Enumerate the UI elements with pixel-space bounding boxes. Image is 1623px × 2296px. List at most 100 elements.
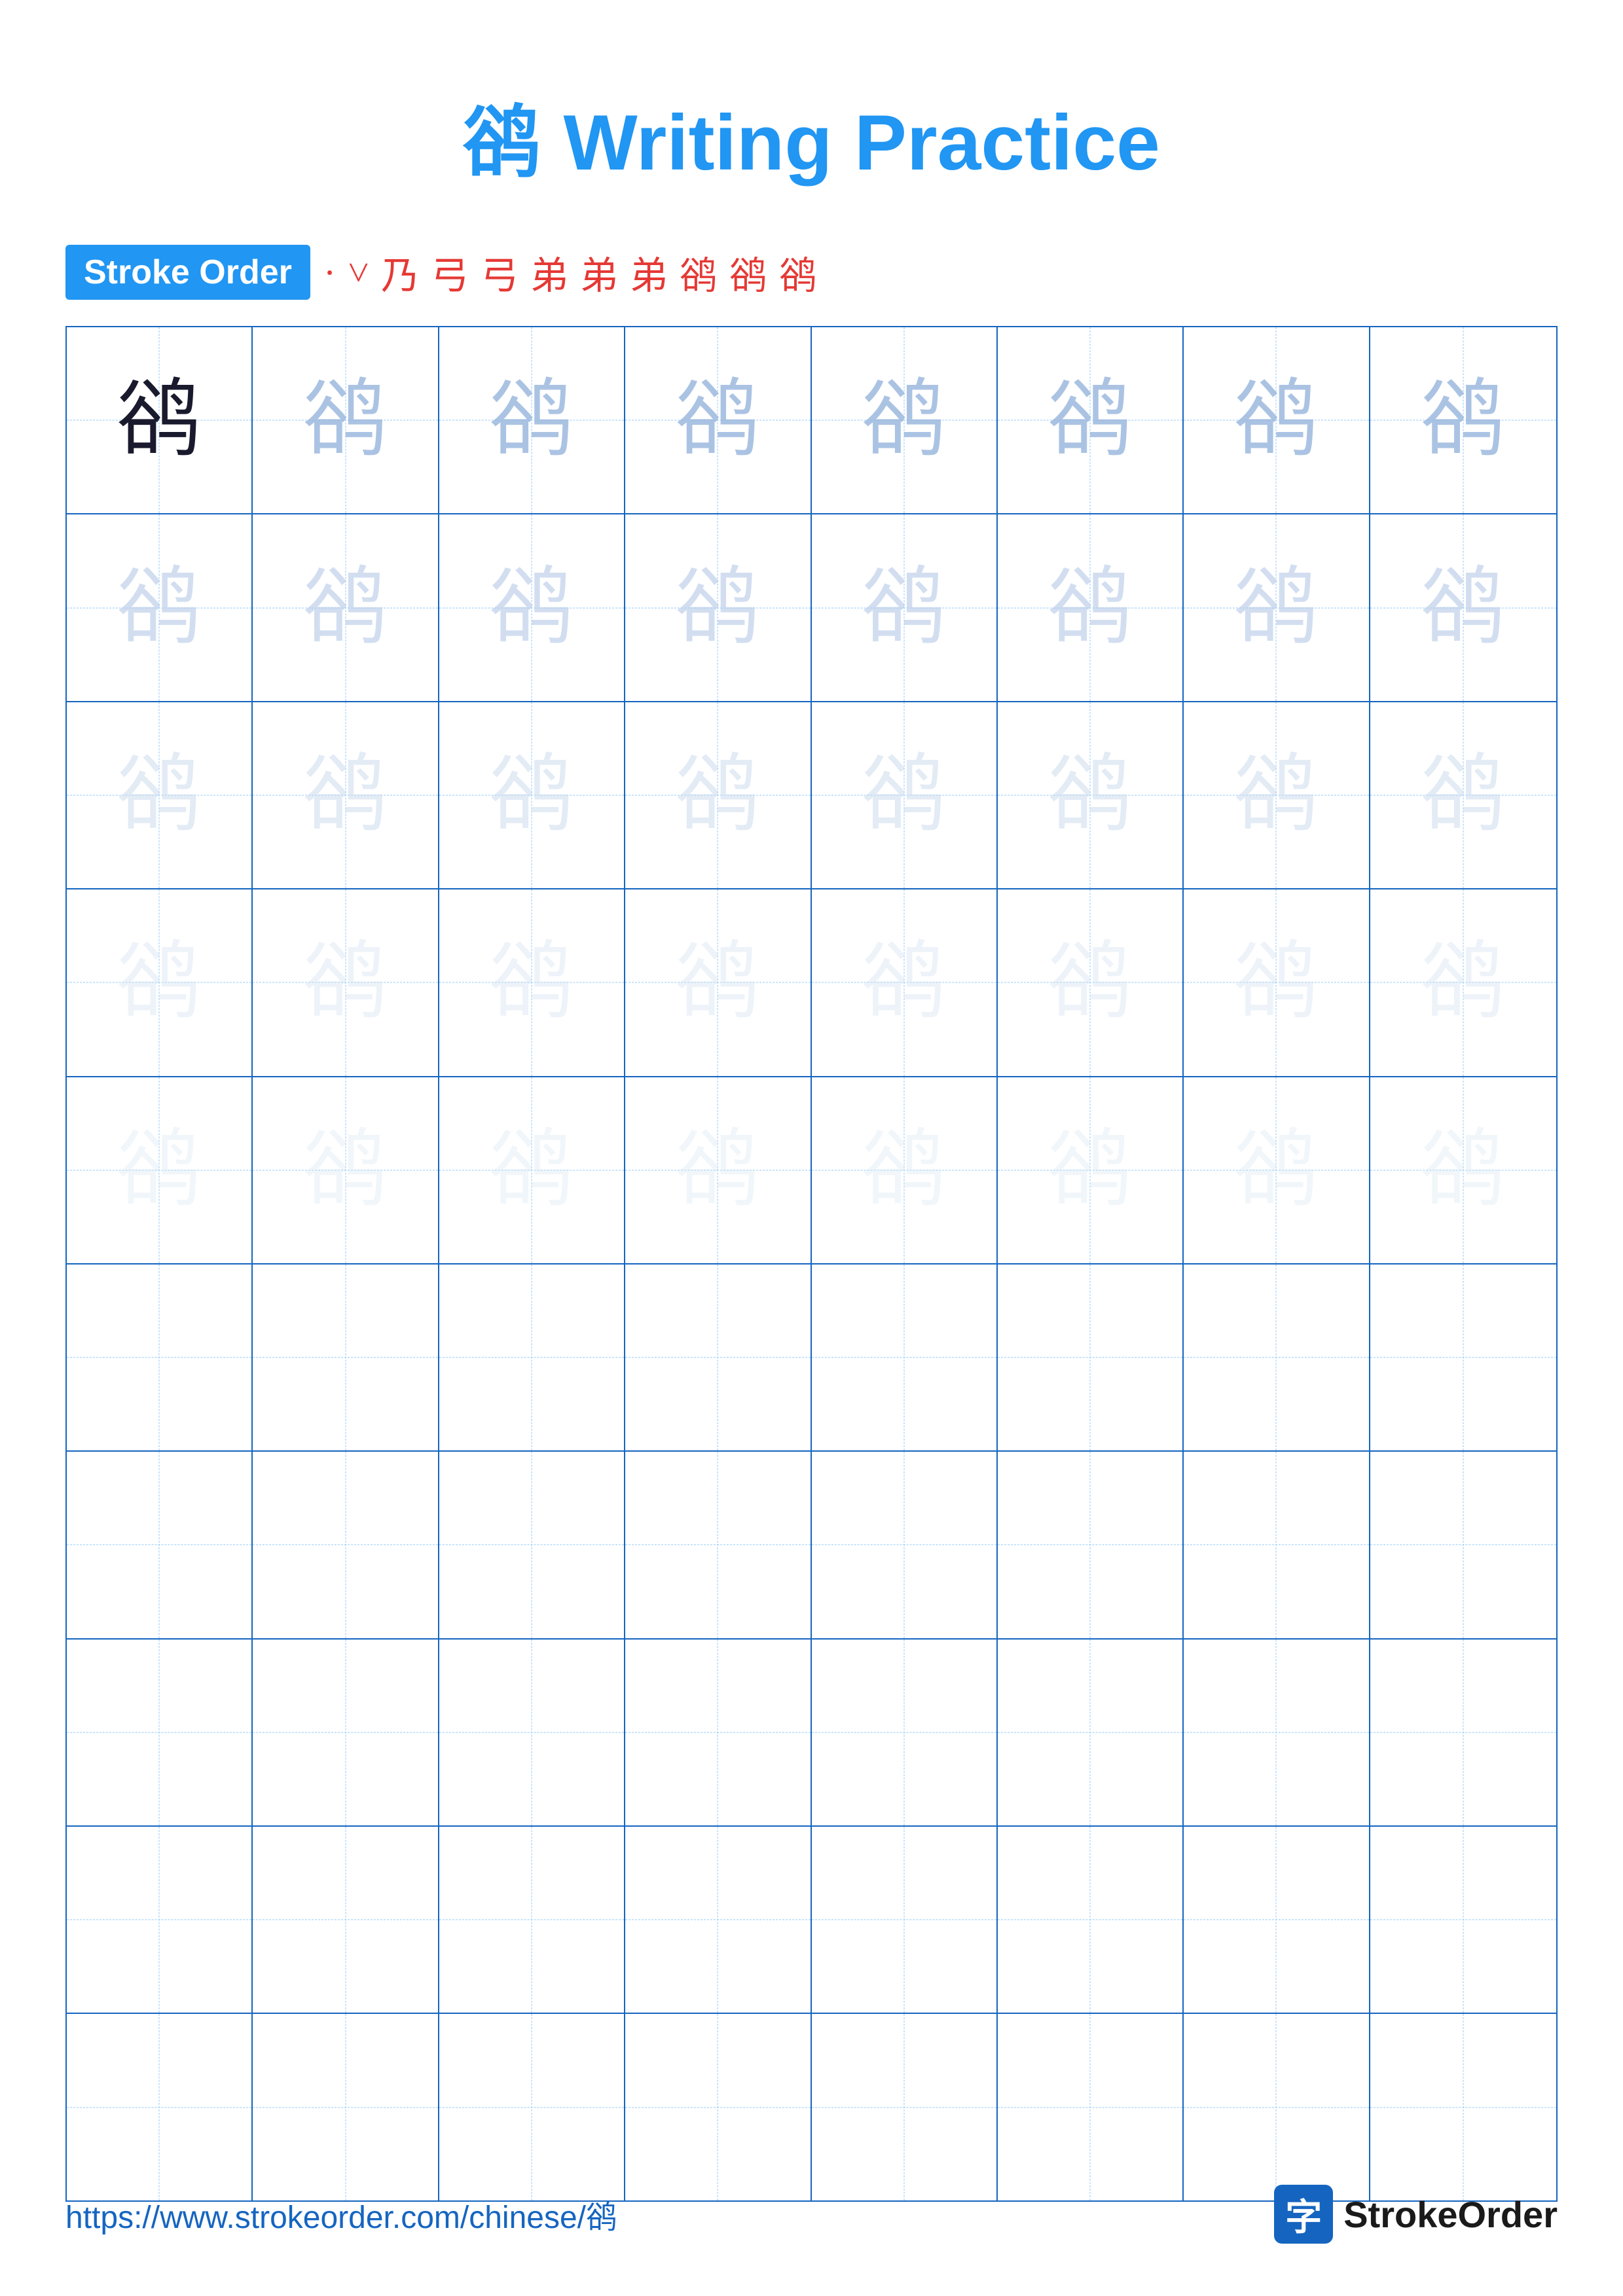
grid-cell-5-4[interactable]: 鹆: [625, 1077, 811, 1263]
grid-cell-9-3[interactable]: [439, 1827, 625, 2013]
grid-cell-10-8[interactable]: [1370, 2014, 1556, 2200]
grid-cell-3-7[interactable]: 鹆: [1184, 702, 1370, 888]
grid-cell-4-7[interactable]: 鹆: [1184, 889, 1370, 1075]
grid-cell-5-3[interactable]: 鹆: [439, 1077, 625, 1263]
grid-cell-3-6[interactable]: 鹆: [998, 702, 1184, 888]
stroke-step-1: ·: [323, 251, 336, 295]
grid-cell-6-1[interactable]: [67, 1265, 253, 1450]
stroke-order-row: Stroke Order · ˅ 乃 弓 弓 弟 弟 弟 鹆 鹆 鹆: [65, 245, 1558, 300]
grid-cell-5-8[interactable]: 鹆: [1370, 1077, 1556, 1263]
grid-cell-7-6[interactable]: [998, 1452, 1184, 1638]
grid-cell-2-4[interactable]: 鹆: [625, 514, 811, 700]
grid-cell-7-4[interactable]: [625, 1452, 811, 1638]
grid-cell-1-6[interactable]: 鹆: [998, 327, 1184, 513]
grid-cell-3-1[interactable]: 鹆: [67, 702, 253, 888]
grid-cell-7-2[interactable]: [253, 1452, 439, 1638]
grid-cell-6-6[interactable]: [998, 1265, 1184, 1450]
grid-cell-10-2[interactable]: [253, 2014, 439, 2200]
grid-cell-1-7[interactable]: 鹆: [1184, 327, 1370, 513]
grid-cell-8-6[interactable]: [998, 1640, 1184, 1825]
grid-cell-9-6[interactable]: [998, 1827, 1184, 2013]
grid-cell-6-2[interactable]: [253, 1265, 439, 1450]
grid-cell-4-3[interactable]: 鹆: [439, 889, 625, 1075]
grid-cell-10-3[interactable]: [439, 2014, 625, 2200]
grid-cell-1-1[interactable]: 鹆: [67, 327, 253, 513]
grid-cell-9-8[interactable]: [1370, 1827, 1556, 2013]
logo-icon: 字: [1274, 2185, 1333, 2244]
grid-cell-8-7[interactable]: [1184, 1640, 1370, 1825]
grid-row-5: 鹆 鹆 鹆 鹆 鹆 鹆 鹆 鹆: [67, 1077, 1556, 1265]
logo-char: 字: [1285, 2188, 1322, 2241]
grid-cell-7-8[interactable]: [1370, 1452, 1556, 1638]
grid-cell-8-8[interactable]: [1370, 1640, 1556, 1825]
grid-cell-3-4[interactable]: 鹆: [625, 702, 811, 888]
grid-cell-3-3[interactable]: 鹆: [439, 702, 625, 888]
stroke-step-5: 弓: [481, 245, 519, 300]
grid-cell-4-6[interactable]: 鹆: [998, 889, 1184, 1075]
grid-cell-4-1[interactable]: 鹆: [67, 889, 253, 1075]
grid-cell-1-3[interactable]: 鹆: [439, 327, 625, 513]
grid-cell-2-1[interactable]: 鹆: [67, 514, 253, 700]
stroke-step-4: 弓: [431, 245, 469, 300]
grid-cell-6-7[interactable]: [1184, 1265, 1370, 1450]
grid-cell-4-2[interactable]: 鹆: [253, 889, 439, 1075]
grid-row-1: 鹆 鹆 鹆 鹆 鹆 鹆 鹆 鹆: [67, 327, 1556, 514]
grid-cell-3-2[interactable]: 鹆: [253, 702, 439, 888]
grid-cell-10-7[interactable]: [1184, 2014, 1370, 2200]
grid-cell-7-5[interactable]: [812, 1452, 998, 1638]
stroke-step-6: 弟: [530, 245, 568, 300]
grid-cell-7-7[interactable]: [1184, 1452, 1370, 1638]
stroke-step-3: 乃: [381, 245, 419, 300]
grid-cell-5-6[interactable]: 鹆: [998, 1077, 1184, 1263]
grid-cell-5-5[interactable]: 鹆: [812, 1077, 998, 1263]
grid-cell-6-5[interactable]: [812, 1265, 998, 1450]
grid-cell-6-8[interactable]: [1370, 1265, 1556, 1450]
grid-cell-8-4[interactable]: [625, 1640, 811, 1825]
grid-cell-6-3[interactable]: [439, 1265, 625, 1450]
grid-cell-8-1[interactable]: [67, 1640, 253, 1825]
grid-cell-8-5[interactable]: [812, 1640, 998, 1825]
grid-cell-4-8[interactable]: 鹆: [1370, 889, 1556, 1075]
grid-cell-4-4[interactable]: 鹆: [625, 889, 811, 1075]
grid-cell-1-5[interactable]: 鹆: [812, 327, 998, 513]
grid-row-7: [67, 1452, 1556, 1639]
grid-cell-4-5[interactable]: 鹆: [812, 889, 998, 1075]
grid-cell-5-2[interactable]: 鹆: [253, 1077, 439, 1263]
grid-row-2: 鹆 鹆 鹆 鹆 鹆 鹆 鹆 鹆: [67, 514, 1556, 702]
grid-cell-10-5[interactable]: [812, 2014, 998, 2200]
grid-cell-1-8[interactable]: 鹆: [1370, 327, 1556, 513]
grid-cell-10-1[interactable]: [67, 2014, 253, 2200]
grid-cell-2-8[interactable]: 鹆: [1370, 514, 1556, 700]
stroke-step-11: 鹆: [779, 245, 817, 300]
stroke-step-7: 弟: [580, 245, 618, 300]
stroke-order-badge[interactable]: Stroke Order: [65, 245, 310, 300]
grid-cell-3-8[interactable]: 鹆: [1370, 702, 1556, 888]
grid-cell-8-2[interactable]: [253, 1640, 439, 1825]
title-char: 鹆: [463, 99, 541, 187]
grid-cell-9-7[interactable]: [1184, 1827, 1370, 2013]
grid-cell-2-6[interactable]: 鹆: [998, 514, 1184, 700]
stroke-step-10: 鹆: [729, 245, 767, 300]
footer-logo: 字 StrokeOrder: [1274, 2185, 1558, 2244]
grid-cell-5-7[interactable]: 鹆: [1184, 1077, 1370, 1263]
grid-cell-9-4[interactable]: [625, 1827, 811, 2013]
grid-cell-7-1[interactable]: [67, 1452, 253, 1638]
footer-url[interactable]: https://www.strokeorder.com/chinese/鹆: [65, 2191, 617, 2237]
grid-cell-7-3[interactable]: [439, 1452, 625, 1638]
grid-cell-5-1[interactable]: 鹆: [67, 1077, 253, 1263]
grid-cell-6-4[interactable]: [625, 1265, 811, 1450]
grid-cell-10-6[interactable]: [998, 2014, 1184, 2200]
grid-cell-2-7[interactable]: 鹆: [1184, 514, 1370, 700]
grid-cell-10-4[interactable]: [625, 2014, 811, 2200]
grid-cell-8-3[interactable]: [439, 1640, 625, 1825]
grid-cell-1-2[interactable]: 鹆: [253, 327, 439, 513]
grid-cell-2-5[interactable]: 鹆: [812, 514, 998, 700]
grid-cell-1-4[interactable]: 鹆: [625, 327, 811, 513]
page: 鹆 Writing Practice Stroke Order · ˅ 乃 弓 …: [0, 0, 1623, 2296]
grid-cell-2-2[interactable]: 鹆: [253, 514, 439, 700]
grid-cell-3-5[interactable]: 鹆: [812, 702, 998, 888]
grid-cell-9-1[interactable]: [67, 1827, 253, 2013]
grid-cell-9-2[interactable]: [253, 1827, 439, 2013]
grid-cell-2-3[interactable]: 鹆: [439, 514, 625, 700]
grid-cell-9-5[interactable]: [812, 1827, 998, 2013]
